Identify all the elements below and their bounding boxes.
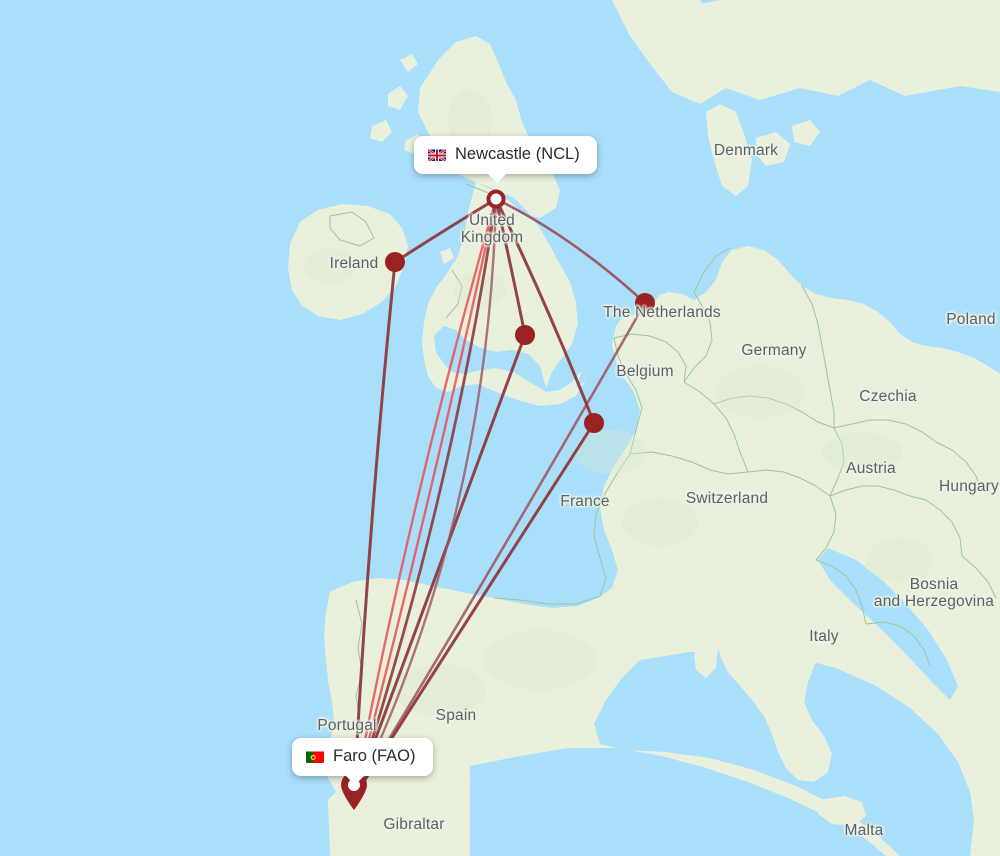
country-label-the-netherlands: The Netherlands — [603, 304, 721, 321]
country-label-gibraltar: Gibraltar — [383, 816, 445, 833]
destination-tooltip-faro[interactable]: Faro (FAO) — [292, 738, 433, 785]
country-label-italy: Italy — [809, 628, 839, 645]
country-label-bosnia-and-herzegovina: Bosnia and Herzegovina — [873, 576, 995, 610]
country-label-belgium: Belgium — [616, 363, 674, 380]
country-label-denmark: Denmark — [713, 142, 779, 159]
country-label-malta: Malta — [844, 822, 884, 839]
tooltip-tail — [486, 172, 508, 183]
origin-tooltip-newcastle[interactable]: Newcastle (NCL) — [414, 136, 597, 183]
country-label-france: France — [560, 493, 610, 510]
tooltip-tail — [344, 774, 366, 785]
portugal-flag — [306, 750, 324, 763]
country-label-austria: Austria — [846, 460, 896, 477]
country-label-czechia: Czechia — [859, 388, 917, 405]
country-label-portugal: Portugal — [317, 717, 377, 734]
flight-route-map[interactable]: .land{fill:#e9f1dd;} .bord{fill:none;str… — [0, 0, 1000, 856]
country-label-united-kingdom: United Kingdom — [460, 212, 524, 246]
destination-tooltip-label: Faro (FAO) — [333, 747, 416, 765]
labels-layer: Denmark United Kingdom Ireland The Nethe… — [0, 0, 1000, 856]
country-label-germany: Germany — [741, 342, 807, 359]
country-label-ireland: Ireland — [329, 255, 379, 272]
country-label-switzerland: Switzerland — [685, 490, 769, 507]
country-label-spain: Spain — [435, 707, 477, 724]
origin-tooltip-label: Newcastle (NCL) — [455, 145, 580, 163]
country-label-hungary: Hungary — [939, 478, 999, 495]
united-kingdom-flag — [428, 148, 446, 161]
country-label-poland: Poland — [946, 311, 996, 328]
